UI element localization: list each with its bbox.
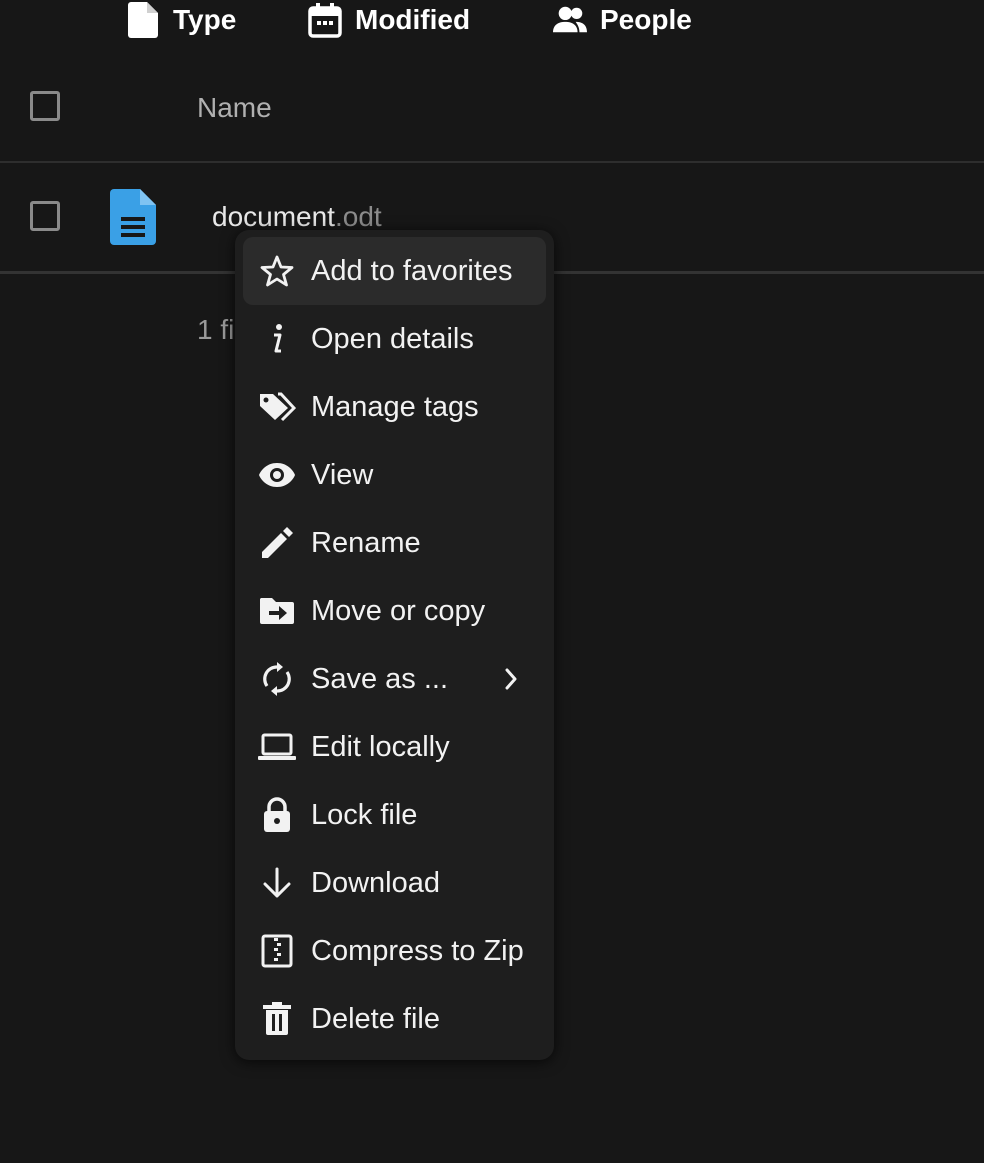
filter-modified-label: Modified <box>355 4 471 35</box>
file-basename: document <box>212 201 335 232</box>
zip-icon <box>257 931 297 971</box>
filter-type-button[interactable]: Type <box>126 0 236 40</box>
files-summary: 1 fi <box>197 314 235 345</box>
document-icon <box>106 187 160 247</box>
table-header: Name <box>0 56 984 163</box>
menu-add-to-favorites[interactable]: Add to favorites <box>243 237 546 305</box>
people-icon <box>553 3 587 37</box>
menu-item-label: View <box>311 458 374 491</box>
lock-icon <box>257 795 297 835</box>
filter-type-label: Type <box>173 4 237 35</box>
eye-icon <box>257 455 297 495</box>
menu-manage-tags[interactable]: Manage tags <box>243 373 546 441</box>
menu-delete-file[interactable]: Delete file <box>243 985 546 1053</box>
menu-lock-file[interactable]: Lock file <box>243 781 546 849</box>
menu-item-label: Rename <box>311 526 421 559</box>
menu-item-label: Add to favorites <box>311 254 513 287</box>
trash-icon <box>257 999 297 1039</box>
filter-bar: Type Modified People <box>0 0 984 40</box>
file-icon <box>126 2 160 38</box>
folder-move-icon <box>257 591 297 631</box>
arrow-down-icon <box>257 863 297 903</box>
file-name[interactable]: document.odt <box>212 201 382 233</box>
tags-icon <box>257 387 297 427</box>
menu-download[interactable]: Download <box>243 849 546 917</box>
info-icon <box>257 319 297 359</box>
file-context-menu: Add to favorites Open details Manage tag… <box>235 230 554 1060</box>
menu-item-label: Download <box>311 866 440 899</box>
star-icon <box>257 251 297 291</box>
menu-rename[interactable]: Rename <box>243 509 546 577</box>
menu-save-as[interactable]: Save as ... <box>243 645 546 713</box>
row-checkbox[interactable] <box>30 201 60 231</box>
chevron-right-icon <box>496 664 526 694</box>
filter-people-button[interactable]: People <box>553 0 692 40</box>
menu-move-or-copy[interactable]: Move or copy <box>243 577 546 645</box>
pencil-icon <box>257 523 297 563</box>
menu-item-label: Compress to Zip <box>311 934 524 967</box>
menu-edit-locally[interactable]: Edit locally <box>243 713 546 781</box>
name-column-header[interactable]: Name <box>197 92 272 124</box>
menu-item-label: Manage tags <box>311 390 479 423</box>
laptop-icon <box>257 727 297 767</box>
menu-compress-to-zip[interactable]: Compress to Zip <box>243 917 546 985</box>
menu-item-label: Move or copy <box>311 594 486 627</box>
menu-item-label: Delete file <box>311 1002 440 1035</box>
select-all-checkbox[interactable] <box>30 91 60 121</box>
filter-modified-button[interactable]: Modified <box>308 0 470 40</box>
menu-view[interactable]: View <box>243 441 546 509</box>
menu-item-label: Lock file <box>311 798 418 831</box>
file-extension: .odt <box>334 201 382 232</box>
calendar-icon <box>308 3 342 38</box>
menu-item-label: Open details <box>311 322 474 355</box>
sync-icon <box>257 659 297 699</box>
menu-item-label: Edit locally <box>311 730 450 763</box>
filter-people-label: People <box>600 4 692 35</box>
menu-item-label: Save as ... <box>311 662 449 695</box>
menu-open-details[interactable]: Open details <box>243 305 546 373</box>
